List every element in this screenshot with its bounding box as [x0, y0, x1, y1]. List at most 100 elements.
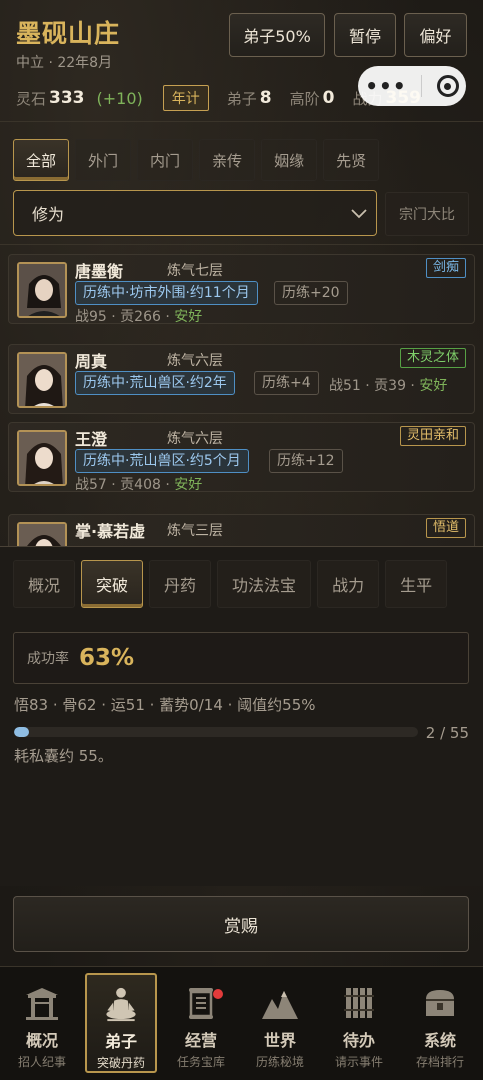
disciple-trait-badge: 灵田亲和 [399, 426, 466, 446]
disciple-mood: 安好 [174, 309, 203, 325]
disciple-trait-badge: 悟道 [425, 518, 466, 538]
nav-label: 系统 [423, 1031, 456, 1050]
filter-tab-all[interactable]: 全部 [13, 139, 70, 181]
breakthrough-progress-bar [14, 727, 418, 737]
reward-button[interactable]: 赏赐 [13, 896, 469, 952]
divider [0, 244, 483, 245]
disciple-realm: 炼气六层 [167, 353, 223, 369]
nav-sublabel: 历练秘境 [255, 1055, 304, 1069]
attribute-summary: 悟83 · 骨62 · 运51 · 蓄势0/14 · 阈值约55% [14, 696, 316, 714]
disciple-card[interactable]: 周真 炼气六层 木灵之体 历练中·荒山兽区·约2年 历练+4 战51 · 贡39… [8, 344, 475, 414]
disciple-name: 唐墨衡 [75, 262, 124, 281]
nav-sublabel: 存档排行 [415, 1055, 464, 1069]
disciple-stats: 战51 · 贡39 · 安好 [329, 375, 447, 395]
yearly-plan-button[interactable]: 年计 [162, 85, 209, 111]
disciple-mood: 安好 [174, 477, 203, 493]
avatar [17, 352, 67, 408]
nav-label: 经营 [184, 1031, 217, 1050]
sort-value: 修为 [32, 205, 65, 224]
disciple-stats-text: 战57 · 贡408 · [75, 477, 175, 493]
sect-subtitle: 中立 · 22年8月 [16, 55, 113, 71]
disciple-filter-tabs: 全部 外门 内门 亲传 姻缘 先贤 [13, 139, 380, 181]
filter-tab-inner[interactable]: 内门 [137, 139, 194, 181]
tab-power[interactable]: 战力 [317, 560, 380, 608]
disciple-name: 掌·慕若虚 [75, 522, 146, 541]
senior-count-label: 高阶 [289, 89, 320, 108]
disciple-trait-badge: 剑痴 [425, 258, 466, 278]
nav-disciples[interactable]: 弟子 突破丹药 [85, 973, 157, 1073]
nav-overview[interactable]: 概况 招人纪事 [6, 973, 78, 1073]
nav-todo[interactable]: 待办 请示事件 [323, 973, 395, 1073]
chevron-down-icon [351, 209, 367, 219]
disciple-card[interactable]: 唐墨衡 炼气七层 剑痴 历练中·坊市外围·约11个月 历练+20 战95 · 贡… [8, 254, 475, 326]
chest-icon [426, 990, 454, 1016]
tab-skills-treasures[interactable]: 功法法宝 [217, 560, 312, 608]
disciple-stats: 战57 · 贡408 · 安好 [75, 474, 202, 494]
disciple-mood: 安好 [419, 378, 448, 394]
portrait-female-icon [19, 354, 65, 406]
nav-world[interactable]: 世界 历练秘境 [244, 973, 316, 1073]
filter-tab-outer[interactable]: 外门 [75, 139, 132, 181]
tab-pills[interactable]: 丹药 [149, 560, 212, 608]
progress-count: 2 / 55 [425, 724, 469, 742]
sort-dropdown[interactable]: 修为 [13, 190, 377, 236]
nav-sublabel: 任务宝库 [176, 1055, 225, 1069]
target-close-icon[interactable] [436, 75, 459, 97]
gate-icon [26, 988, 58, 1020]
tab-overview[interactable]: 概况 [13, 560, 76, 608]
preferences-button[interactable]: 偏好 [404, 13, 467, 57]
tab-breakthrough[interactable]: 突破 [81, 560, 144, 608]
more-dots-icon[interactable]: ••• [365, 76, 406, 96]
success-rate-box: 成功率 63% [13, 632, 469, 684]
nav-label: 弟子 [104, 1032, 137, 1051]
disciple-card[interactable]: 王澄 炼气六层 灵田亲和 历练中·荒山兽区·约5个月 历练+12 战57 · 贡… [8, 422, 475, 494]
nav-sublabel: 请示事件 [334, 1055, 383, 1069]
success-rate-value: 63% [79, 645, 135, 671]
capsule-divider [421, 75, 423, 97]
training-gain-badge: 历练+4 [254, 371, 319, 395]
detail-tabs: 概况 突破 丹药 功法法宝 战力 生平 [13, 560, 448, 608]
portrait-male-icon [19, 264, 65, 316]
disciple-stats-text: 战51 · 贡39 · [329, 378, 420, 394]
portrait-female-icon [19, 524, 65, 546]
nav-label: 待办 [342, 1031, 375, 1050]
avatar [17, 262, 67, 318]
disciple-trait-badge: 木灵之体 [399, 348, 466, 368]
sect-name: 墨砚山庄 [16, 19, 121, 48]
disciple-status-badge: 历练中·荒山兽区·约2年 [75, 371, 235, 395]
success-rate-label: 成功率 [27, 651, 69, 667]
spirit-stone-income: (+10) [96, 88, 143, 108]
training-gain-badge: 历练+20 [274, 281, 348, 305]
mountain-icon [262, 991, 298, 1019]
cost-note: 耗私囊约 55。 [14, 747, 113, 765]
mini-program-capsule: ••• [358, 66, 466, 106]
spirit-stone-label: 灵石 [16, 89, 47, 108]
disciple-realm: 炼气六层 [167, 431, 223, 447]
filter-tab-sages[interactable]: 先贤 [323, 139, 380, 181]
disciple-card[interactable]: 掌·慕若虚 炼气三层 悟道 [8, 514, 475, 546]
filter-tab-direct[interactable]: 亲传 [199, 139, 256, 181]
nav-system[interactable]: 系统 存档排行 [404, 973, 476, 1073]
bottom-navigation: 概况 招人纪事 弟子 突破丹药 经营 任务宝库 世界 历练秘境 待办 请示事件 … [0, 966, 483, 1080]
disciple-ratio-button[interactable]: 弟子50% [229, 13, 325, 57]
disciple-list[interactable]: 唐墨衡 炼气七层 剑痴 历练中·坊市外围·约11个月 历练+20 战95 · 贡… [0, 246, 483, 546]
progress-fill [14, 727, 29, 737]
disciple-stats: 战95 · 贡266 · 安好 [75, 306, 202, 326]
nav-management[interactable]: 经营 任务宝库 [165, 973, 237, 1073]
sect-competition-button[interactable]: 宗门大比 [385, 192, 469, 236]
bamboo-slips-icon [344, 988, 374, 1018]
disciple-realm: 炼气三层 [167, 523, 223, 539]
meditation-icon [106, 987, 136, 1022]
nav-label: 概况 [25, 1031, 58, 1050]
disciple-name: 王澄 [75, 430, 108, 449]
spirit-stone-value: 333 [49, 88, 85, 108]
tab-biography[interactable]: 生平 [385, 560, 448, 608]
filter-tab-marriage[interactable]: 姻缘 [261, 139, 318, 181]
pause-button[interactable]: 暂停 [334, 13, 396, 57]
nav-sublabel: 招人纪事 [17, 1055, 66, 1069]
training-gain-badge: 历练+12 [269, 449, 343, 473]
disciple-detail-panel: 概况 突破 丹药 功法法宝 战力 生平 成功率 63% 悟83 · 骨62 · … [0, 546, 483, 886]
disciple-stats-text: 战95 · 贡266 · [75, 309, 175, 325]
notification-badge [213, 989, 223, 999]
disciple-realm: 炼气七层 [167, 263, 223, 279]
